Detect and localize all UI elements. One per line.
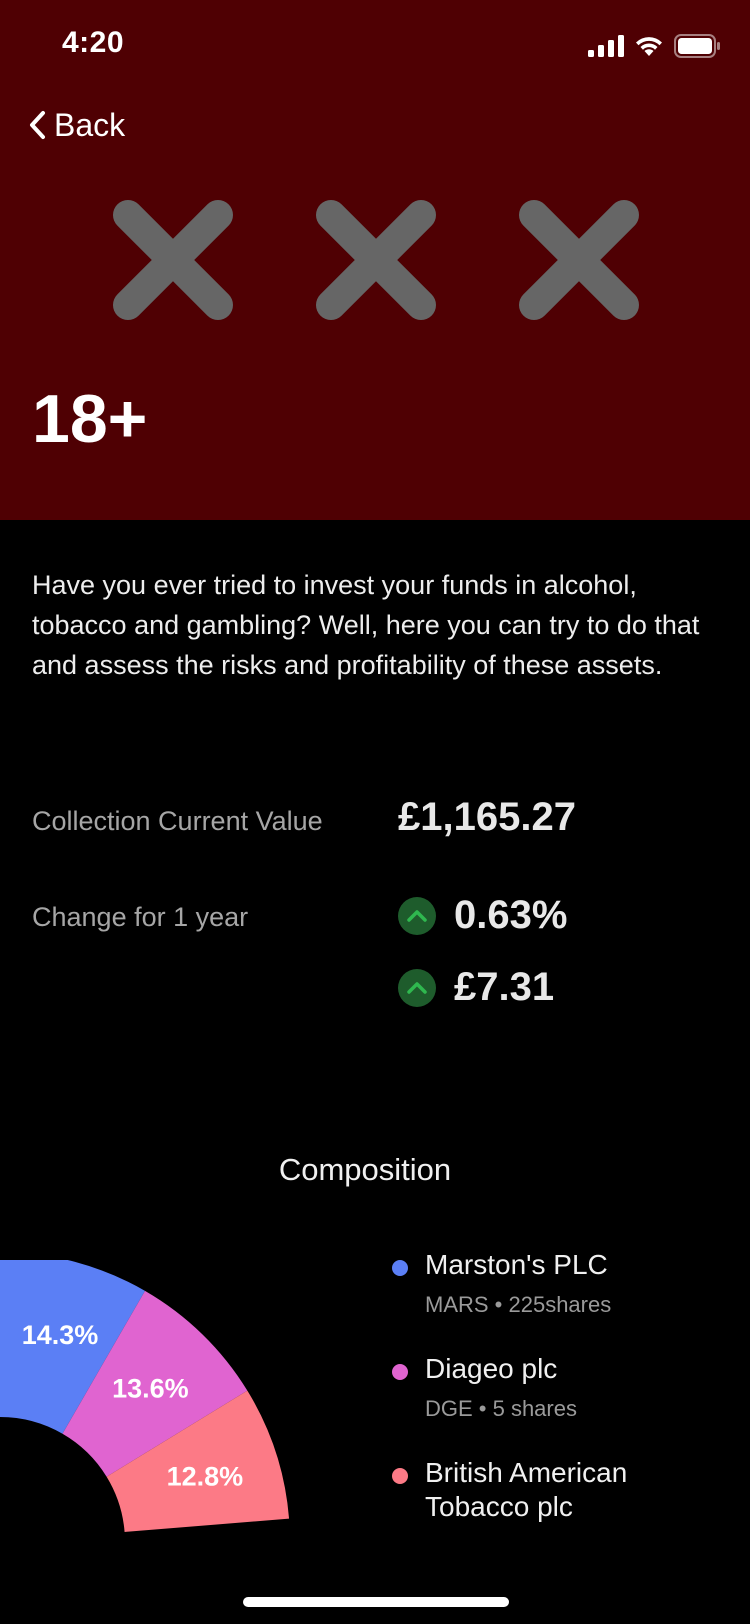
back-label: Back xyxy=(54,106,126,143)
home-indicator xyxy=(243,1597,509,1607)
collection-header: 4:20 Back 18+ xyxy=(0,0,750,520)
collection-title: 18+ xyxy=(32,381,148,457)
legend-item-bat[interactable]: British American Tobacco plc xyxy=(390,1456,730,1524)
change-percent: 0.63% xyxy=(454,893,568,937)
holding-name: Diageo plc xyxy=(425,1353,558,1384)
legend-dot xyxy=(392,1468,408,1484)
change-amount-row: £7.31 xyxy=(398,965,554,1010)
battery-icon xyxy=(674,34,720,58)
change-amount: £7.31 xyxy=(454,965,555,1009)
composition-legend: Marston's PLC MARS • 225shares Diageo pl… xyxy=(390,1248,730,1558)
status-bar: 4:20 xyxy=(0,0,750,90)
status-icons xyxy=(588,34,720,58)
holding-name: British American Tobacco plc xyxy=(425,1457,628,1522)
cross-icon xyxy=(113,200,233,320)
chevron-up-icon xyxy=(398,968,436,1007)
age-warning-icons xyxy=(108,195,648,325)
legend-dot xyxy=(392,1260,408,1276)
back-button[interactable]: Back xyxy=(28,100,125,150)
slice-label: 13.6% xyxy=(112,1374,189,1404)
change-percent-row: 0.63% xyxy=(398,893,567,938)
slice-label: 14.3% xyxy=(22,1320,99,1350)
slice-label: 12.8% xyxy=(167,1461,244,1491)
chevron-left-icon xyxy=(30,111,45,139)
holding-meta: DGE • 5 shares xyxy=(425,1396,577,1421)
chevron-up-icon xyxy=(398,896,436,935)
composition-chart: 14.3% 13.6% 12.8% xyxy=(0,1252,300,1560)
cross-icon xyxy=(519,200,639,320)
composition-title: Composition xyxy=(278,1152,452,1187)
composition-donut: 14.3% 13.6% 12.8% xyxy=(0,1252,290,1532)
holding-meta: MARS • 225shares xyxy=(425,1292,612,1317)
change-label: Change for 1 year xyxy=(32,902,249,932)
status-time: 4:20 xyxy=(62,26,125,59)
legend-item-marstons[interactable]: Marston's PLC MARS • 225shares xyxy=(390,1248,730,1318)
legend-item-diageo[interactable]: Diageo plc DGE • 5 shares xyxy=(390,1352,730,1422)
current-value: £1,165.27 xyxy=(398,795,576,839)
holding-name: Marston's PLC xyxy=(425,1249,608,1280)
collection-description: Have you ever tried to invest your funds… xyxy=(32,570,700,680)
wifi-icon xyxy=(636,37,662,56)
signal-icon xyxy=(588,35,624,57)
cross-icon xyxy=(316,200,436,320)
legend-dot xyxy=(392,1364,408,1380)
current-value-label: Collection Current Value xyxy=(32,806,323,836)
